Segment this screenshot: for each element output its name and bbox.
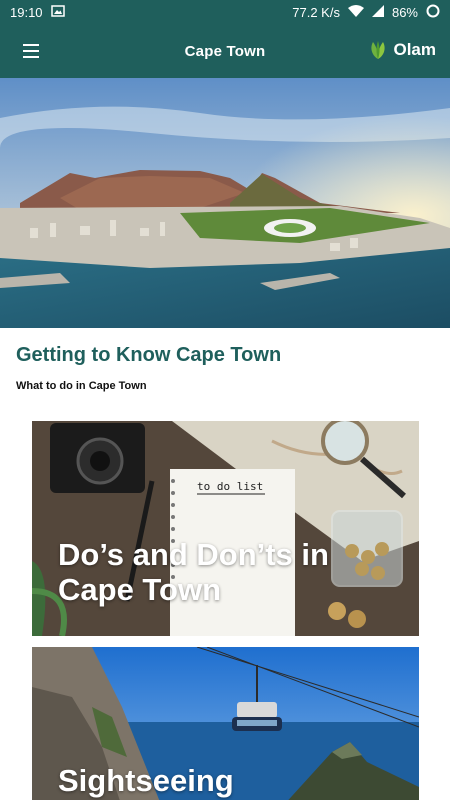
signal-icon [371, 4, 384, 20]
wifi-icon [347, 4, 364, 20]
card-dos-and-donts[interactable]: to do list Do’s and Don’ts in Cape Town [32, 421, 419, 636]
section-subtitle: What to do in Cape Town [16, 380, 147, 392]
hero-image [0, 78, 450, 328]
cape-town-aerial-illustration [0, 78, 450, 328]
app-bar: Cape Town Olam [0, 24, 450, 78]
battery-ring-icon [426, 4, 440, 21]
card-title: Sightseeing [58, 763, 234, 798]
status-bar: 19:10 77.2 K/s 86% [0, 0, 450, 24]
note-text: to do list [197, 480, 263, 493]
gallery-notification-icon [50, 4, 65, 20]
hamburger-menu-icon[interactable] [20, 41, 42, 61]
page-title: Cape Town [184, 42, 266, 60]
card-title: Do’s and Don’ts in Cape Town [58, 537, 329, 607]
network-speed: 77.2 K/s [292, 4, 340, 20]
section-title: Getting to Know Cape Town [16, 344, 282, 366]
brand-logo: Olam [367, 39, 436, 61]
brand-name: Olam [393, 40, 436, 59]
battery-percent: 86% [391, 4, 418, 20]
card-sightseeing[interactable]: Sightseeing [32, 647, 419, 800]
status-time: 19:10 [10, 4, 43, 20]
leaf-logo-icon [371, 41, 386, 59]
